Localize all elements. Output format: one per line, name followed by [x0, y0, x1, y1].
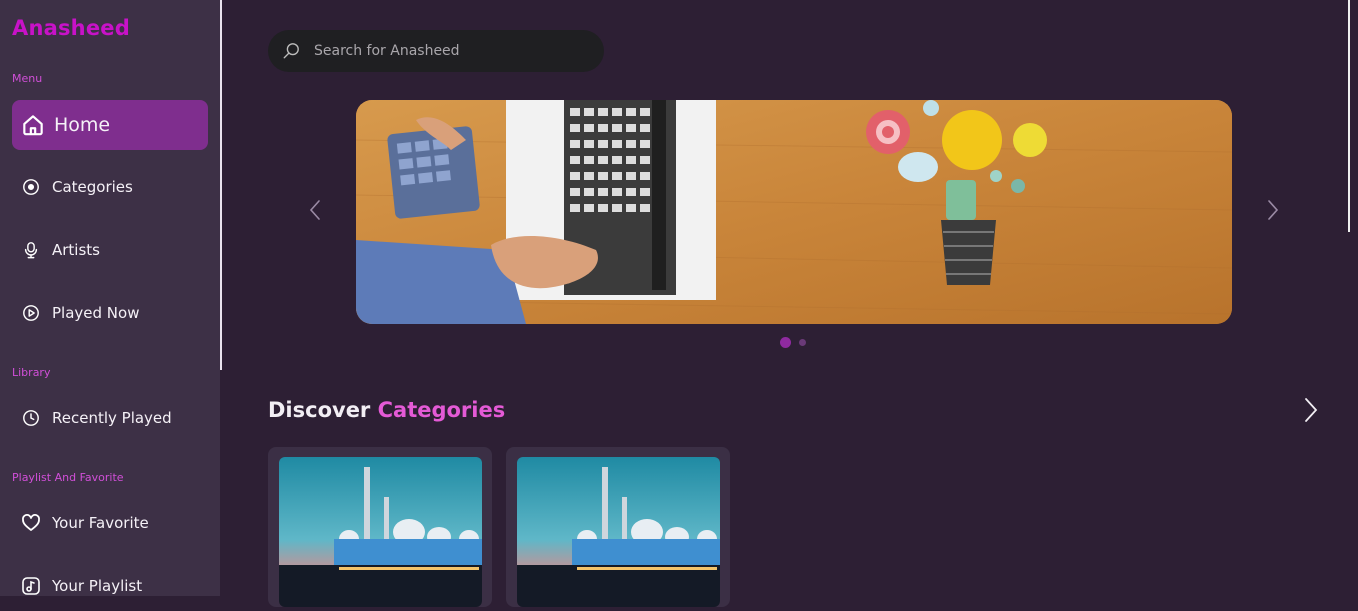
title-plain: Discover: [268, 398, 371, 422]
category-card[interactable]: [268, 447, 492, 607]
sidebar-item-your-playlist[interactable]: Your Playlist: [12, 561, 208, 611]
clock-icon: [20, 407, 42, 429]
sidebar-item-label: Played Now: [52, 304, 140, 322]
search-input[interactable]: [312, 42, 586, 60]
carousel-prev-button[interactable]: [305, 197, 325, 227]
search-icon: [282, 42, 300, 60]
scrollbar[interactable]: [1348, 0, 1350, 232]
chevron-right-icon: [1304, 397, 1318, 427]
search-bar[interactable]: [268, 30, 604, 72]
microphone-icon: [20, 239, 42, 261]
sidebar-item-artists[interactable]: Artists: [12, 225, 208, 275]
music-note-icon: [20, 575, 42, 597]
category-card[interactable]: [506, 447, 730, 607]
category-image: [517, 457, 720, 607]
disc-icon: [20, 176, 42, 198]
sidebar-item-played-now[interactable]: Played Now: [12, 288, 208, 338]
heart-icon: [20, 512, 42, 534]
carousel-next-button[interactable]: [1263, 197, 1283, 227]
app-logo[interactable]: Anasheed: [12, 16, 130, 40]
sidebar-item-label: Home: [54, 114, 111, 136]
play-circle-icon: [20, 302, 42, 324]
sidebar-item-your-favorite[interactable]: Your Favorite: [12, 498, 208, 548]
categories-next-button[interactable]: [1301, 397, 1321, 427]
carousel-dot-2[interactable]: [799, 339, 806, 346]
carousel-dot-1[interactable]: [780, 337, 791, 348]
sidebar: Anasheed Menu Home Categories Artists Pl…: [0, 0, 220, 596]
chevron-left-icon: [309, 199, 321, 225]
sidebar-item-label: Your Playlist: [52, 577, 143, 595]
home-icon: [20, 112, 46, 138]
sidebar-item-label: Artists: [52, 241, 100, 259]
title-accent: Categories: [377, 398, 506, 422]
playlist-section-label: Playlist And Favorite: [12, 471, 124, 484]
chevron-right-icon: [1267, 199, 1279, 225]
sidebar-item-categories[interactable]: Categories: [12, 162, 208, 212]
library-section-label: Library: [12, 366, 51, 379]
category-image: [279, 457, 482, 607]
sidebar-item-label: Recently Played: [52, 409, 172, 427]
banner-image: [356, 100, 1232, 324]
sidebar-divider: [220, 0, 222, 370]
sidebar-item-label: Your Favorite: [52, 514, 149, 532]
sidebar-item-recently-played[interactable]: Recently Played: [12, 393, 208, 443]
discover-categories-title: Discover Categories: [268, 398, 505, 422]
hero-banner[interactable]: [356, 100, 1232, 324]
carousel-pagination: [780, 337, 806, 348]
menu-section-label: Menu: [12, 72, 43, 85]
sidebar-item-home[interactable]: Home: [12, 100, 208, 150]
sidebar-item-label: Categories: [52, 178, 133, 196]
